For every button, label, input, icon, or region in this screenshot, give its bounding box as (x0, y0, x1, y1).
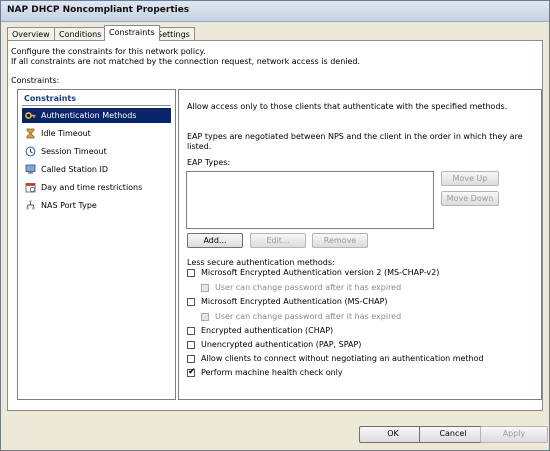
checkbox-label: User can change password after it has ex… (215, 283, 402, 292)
checkbox-label: Microsoft Encrypted Authentication (MS-C… (201, 297, 388, 306)
checkbox-box[interactable]: ✔ (187, 366, 196, 377)
computer-icon (25, 164, 36, 175)
checkbox-box[interactable] (187, 326, 195, 335)
constraints-list-header: Constraints (24, 94, 77, 103)
header-divider (22, 105, 171, 106)
description-line-2: If all constraints are not matched by th… (11, 57, 361, 66)
intro-text: Allow access only to those clients that … (187, 102, 508, 111)
constraint-item-label: Day and time restrictions (41, 183, 143, 192)
tab-overview[interactable]: Overview (7, 27, 55, 41)
constraint-item-day-time-restrictions[interactable]: Day and time restrictions (22, 180, 171, 195)
constraint-item-label: Authentication Methods (41, 111, 137, 120)
constraints-list: Constraints Authentication Methods Idle … (17, 89, 176, 400)
machine-health-check-checkbox[interactable]: ✔ Perform machine health check only (187, 366, 343, 377)
eap-types-label: EAP Types: (187, 158, 231, 167)
edit-eap-button[interactable]: Edit... (250, 233, 306, 248)
less-secure-label: Less secure authentication methods: (187, 258, 335, 267)
constraint-item-called-station-id[interactable]: Called Station ID (22, 162, 171, 177)
checkbox-box[interactable] (187, 340, 195, 349)
remove-eap-button[interactable]: Remove (312, 233, 368, 248)
description-line-1: Configure the constraints for this netwo… (11, 47, 206, 56)
checkbox-box[interactable] (187, 354, 195, 363)
constraint-item-label: Idle Timeout (41, 129, 91, 138)
checkbox-label: Unencrypted authentication (PAP, SPAP) (201, 340, 362, 349)
constraint-detail-pane: Allow access only to those clients that … (178, 89, 542, 400)
checkbox-label: Perform machine health check only (201, 368, 343, 377)
hourglass-icon (25, 128, 36, 139)
ms-chap-checkbox[interactable]: Microsoft Encrypted Authentication (MS-C… (187, 297, 388, 306)
ms-chap-change-password-checkbox[interactable]: User can change password after it has ex… (201, 312, 401, 321)
constraint-item-authentication-methods[interactable]: Authentication Methods (22, 108, 171, 123)
pap-spap-checkbox[interactable]: Unencrypted authentication (PAP, SPAP) (187, 340, 361, 349)
checkbox-box[interactable] (201, 312, 209, 321)
checkbox-label: Microsoft Encrypted Authentication versi… (201, 268, 440, 277)
constraint-item-label: Called Station ID (41, 165, 108, 174)
move-down-button[interactable]: Move Down (441, 191, 499, 206)
chap-checkbox[interactable]: Encrypted authentication (CHAP) (187, 326, 333, 335)
constraints-label: Constraints: (11, 76, 60, 85)
checkbox-box[interactable] (187, 297, 195, 306)
allow-no-auth-method-checkbox[interactable]: Allow clients to connect without negotia… (187, 354, 484, 363)
constraint-item-nas-port-type[interactable]: NAS Port Type (22, 198, 171, 213)
network-port-icon (25, 200, 36, 211)
cancel-button[interactable]: Cancel (419, 426, 487, 443)
constraint-item-label: Session Timeout (41, 147, 107, 156)
checkmark-icon: ✔ (188, 366, 196, 377)
checkbox-box[interactable] (201, 283, 209, 292)
clock-icon (25, 146, 36, 157)
add-eap-button[interactable]: Add... (187, 233, 243, 248)
key-icon (25, 110, 36, 121)
checkbox-label: Encrypted authentication (CHAP) (201, 326, 334, 335)
ms-chap-v2-checkbox[interactable]: Microsoft Encrypted Authentication versi… (187, 268, 439, 277)
tab-constraints[interactable]: Constraints (104, 25, 160, 41)
calendar-icon (25, 182, 36, 193)
constraint-item-idle-timeout[interactable]: Idle Timeout (22, 126, 171, 141)
ms-chap-v2-change-password-checkbox[interactable]: User can change password after it has ex… (201, 283, 401, 292)
checkbox-box[interactable] (187, 268, 195, 277)
eap-note-line-1: EAP types are negotiated between NPS and… (187, 132, 523, 141)
checkbox-label: Allow clients to connect without negotia… (201, 354, 484, 363)
ok-button[interactable]: OK (359, 426, 427, 443)
constraint-item-label: NAS Port Type (41, 201, 97, 210)
eap-types-list[interactable] (186, 171, 434, 229)
constraint-item-session-timeout[interactable]: Session Timeout (22, 144, 171, 159)
tab-conditions[interactable]: Conditions (54, 27, 107, 41)
window-title: NAP DHCP Noncompliant Properties (7, 5, 190, 15)
eap-note-line-2: listed. (187, 142, 212, 151)
move-up-button[interactable]: Move Up (441, 171, 499, 186)
checkbox-label: User can change password after it has ex… (215, 312, 402, 321)
properties-dialog: NAP DHCP Noncompliant Properties Overvie… (0, 0, 550, 451)
apply-button[interactable]: Apply (480, 426, 548, 443)
title-bar[interactable]: NAP DHCP Noncompliant Properties (1, 1, 549, 22)
